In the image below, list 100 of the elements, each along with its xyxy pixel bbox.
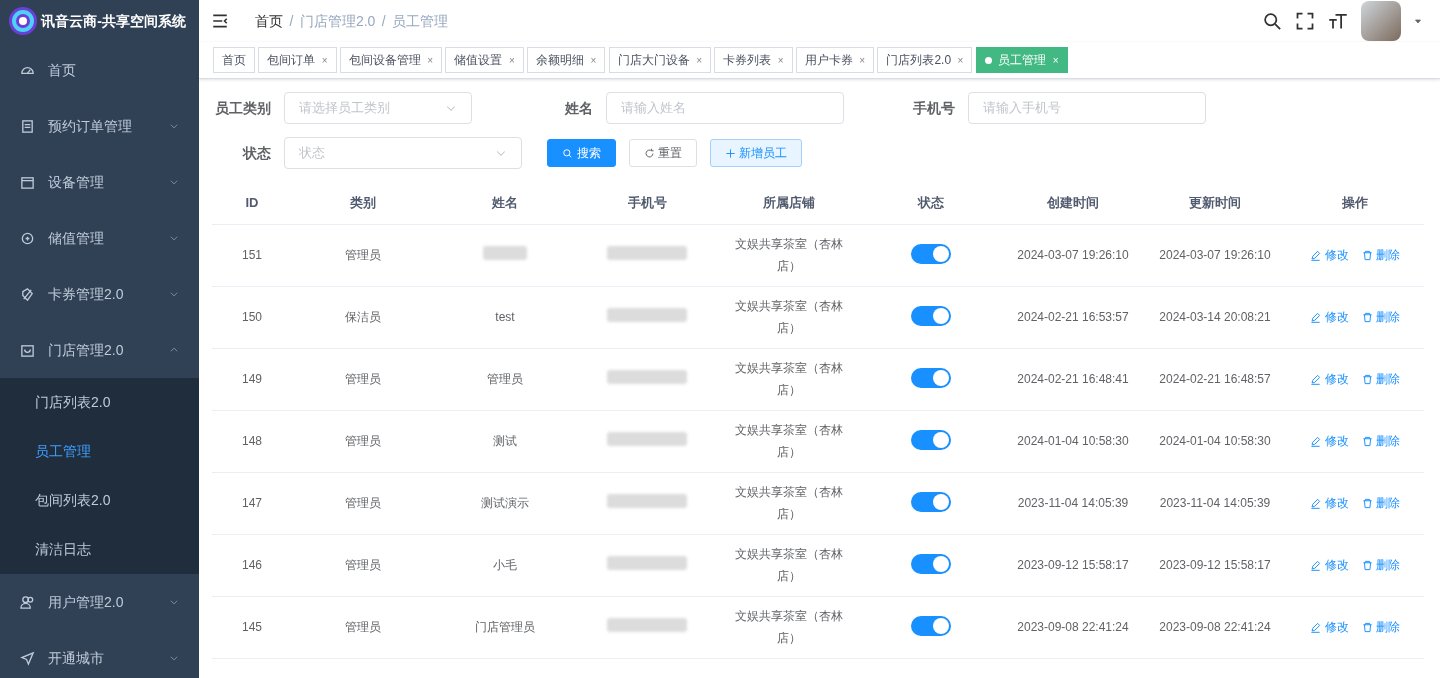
table-cell: 2023-11-04 14:05:39	[1002, 472, 1144, 534]
column-header: ID	[212, 182, 292, 224]
delete-link[interactable]: 删除	[1361, 308, 1400, 326]
trash-icon	[1361, 311, 1373, 323]
toggle-switch[interactable]	[911, 367, 951, 388]
menu-icon	[211, 12, 229, 30]
table-cell: 门店管理员	[434, 596, 576, 658]
column-header: 所属店铺	[718, 182, 860, 224]
table-cell: 151	[212, 224, 292, 286]
field-label: 状态	[241, 143, 272, 163]
trash-icon	[1361, 497, 1373, 509]
delete-link[interactable]: 删除	[1361, 432, 1400, 450]
table-cell: test	[434, 286, 576, 348]
edit-link[interactable]: 修改	[1310, 370, 1349, 388]
toggle-switch[interactable]	[911, 305, 951, 326]
table-cell: 2023-09-08 22:41:24	[1144, 596, 1286, 658]
users-icon	[20, 594, 35, 610]
button[interactable]: 重置	[628, 139, 697, 167]
ticket-icon	[20, 286, 35, 302]
table-cell: 149	[212, 348, 292, 410]
sidebar-subitem[interactable]: 门店列表2.0	[0, 378, 199, 427]
table-cell: 2024-02-21 16:53:57	[1002, 286, 1144, 348]
breadcrumb-separator: /	[381, 11, 386, 31]
sidebar-item[interactable]: 开通城市	[0, 630, 199, 678]
toggle-switch[interactable]	[911, 243, 951, 264]
sidebar-subitem[interactable]: 清洁日志	[0, 525, 199, 574]
tab[interactable]: 包间设备管理 ×	[339, 47, 443, 73]
table-cell: 2024-03-14 20:08:21	[1144, 286, 1286, 348]
avatar-photo[interactable]	[1360, 1, 1401, 41]
tab[interactable]: 门店大门设备 ×	[608, 47, 711, 73]
sidebar-item[interactable]: 预约订单管理	[0, 98, 199, 154]
coin-icon	[20, 230, 35, 246]
sidebar-item[interactable]: 门店管理2.0	[0, 322, 199, 378]
toggle-switch[interactable]	[911, 491, 951, 512]
column-header: 姓名	[434, 182, 576, 224]
edit-link[interactable]: 修改	[1310, 494, 1349, 512]
table-cell: 146	[212, 534, 292, 596]
table-cell: 150	[212, 286, 292, 348]
table-cell: 测试演示	[434, 472, 576, 534]
field-label: 员工类别	[215, 98, 272, 118]
tab[interactable]: 包间订单 ×	[258, 47, 337, 73]
edit-link[interactable]: 修改	[1310, 432, 1349, 450]
table-cell-text: 文娱共享茶室（杏林店）	[734, 546, 844, 585]
table-cell: 管理员	[434, 348, 576, 410]
tab[interactable]: 用户卡券 ×	[795, 47, 875, 73]
table-cell: 148	[212, 410, 292, 472]
edit-link[interactable]: 修改	[1310, 246, 1349, 264]
sidebar-item[interactable]: 设备管理	[0, 154, 199, 210]
edit-link[interactable]: 修改	[1310, 308, 1349, 326]
table-cell: 保洁员	[292, 286, 434, 348]
table-cell: 147	[212, 472, 292, 534]
sidebar-item[interactable]: 储值管理	[0, 210, 199, 266]
pencil-icon	[1310, 559, 1322, 571]
delete-link[interactable]: 删除	[1361, 494, 1400, 512]
trash-icon	[1361, 373, 1373, 385]
sidebar-subitem[interactable]: 员工管理	[0, 427, 199, 476]
tab[interactable]: 门店列表2.0 ×	[877, 47, 973, 73]
pencil-icon	[1310, 249, 1322, 261]
delete-link[interactable]: 删除	[1361, 556, 1400, 574]
sidebar-item[interactable]: 用户管理2.0	[0, 574, 199, 630]
tab[interactable]: 首页	[213, 47, 255, 73]
delete-link[interactable]: 删除	[1361, 246, 1400, 264]
table-cell: 管理员	[292, 472, 434, 534]
table-cell-text: 文娱共享茶室（杏林店）	[734, 484, 844, 523]
edit-link[interactable]: 修改	[1310, 618, 1349, 636]
breadcrumb-item[interactable]: 首页	[255, 10, 283, 32]
tab[interactable]: 卡券列表 ×	[714, 47, 793, 73]
table-cell-text: 文娱共享茶室（杏林店）	[734, 608, 844, 647]
edit-link[interactable]: 修改	[1310, 556, 1349, 574]
column-header: 状态	[860, 182, 1002, 224]
sidebar-subitem[interactable]: 包间列表2.0	[0, 476, 199, 525]
delete-link[interactable]: 删除	[1361, 618, 1400, 636]
table-cell: 2023-09-08 22:41:24	[1002, 596, 1144, 658]
field-label: 手机号	[912, 98, 956, 118]
table-cell: 2023-09-12 15:58:17	[1002, 534, 1144, 596]
tab[interactable]: 储值设置 ×	[445, 47, 524, 73]
refresh-icon	[643, 147, 655, 159]
tab[interactable]: 余额明细 ×	[527, 47, 606, 73]
table-cell: 2024-01-04 10:58:30	[1144, 410, 1286, 472]
table-cell: 管理员	[292, 348, 434, 410]
table-cell: 管理员	[292, 534, 434, 596]
search-icon	[1261, 11, 1282, 31]
field-label: 姓名	[564, 98, 594, 118]
sidebar-item[interactable]: 首页	[0, 42, 199, 98]
column-header: 操作	[1286, 182, 1424, 224]
table-cell: 145	[212, 596, 292, 658]
delete-link[interactable]: 删除	[1361, 370, 1400, 388]
breadcrumb-item: 员工管理	[392, 11, 449, 31]
breadcrumb-item: 门店管理2.0	[299, 11, 376, 31]
bag-icon	[20, 342, 35, 358]
toggle-switch[interactable]	[911, 553, 951, 574]
column-header: 手机号	[576, 182, 718, 224]
sidebar-item[interactable]: 卡券管理2.0	[0, 266, 199, 322]
document-icon	[20, 118, 35, 134]
toggle-switch[interactable]	[911, 615, 951, 636]
paper-plane-icon	[20, 650, 35, 666]
table-cell: 小毛	[434, 534, 576, 596]
caret-icon	[1413, 17, 1422, 25]
text-size-icon	[1327, 11, 1348, 31]
toggle-switch[interactable]	[911, 429, 951, 450]
